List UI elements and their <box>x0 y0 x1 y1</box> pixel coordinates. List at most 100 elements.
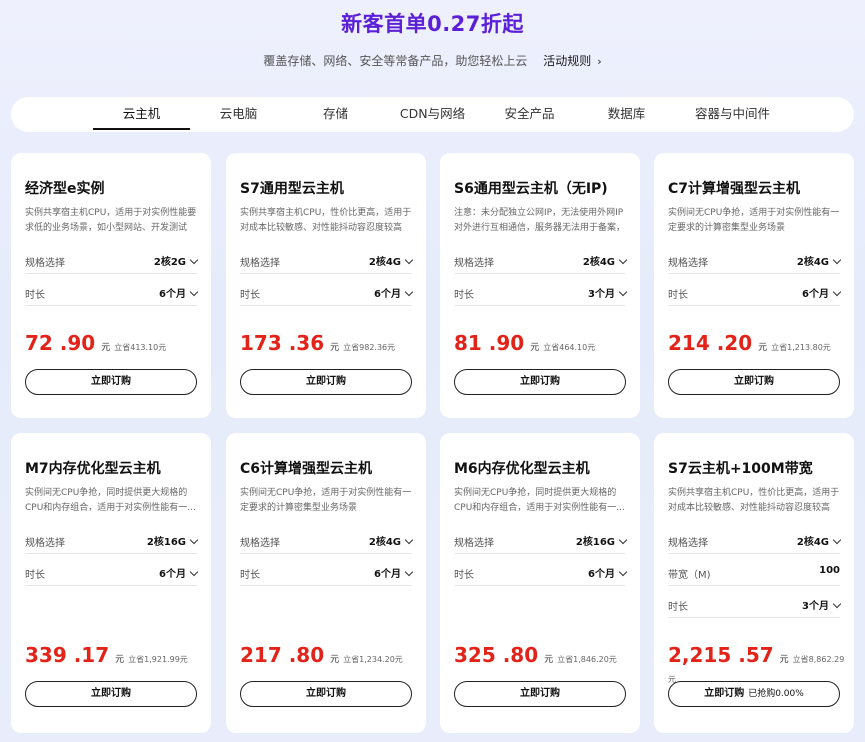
spec-value: 2核4G <box>796 537 829 548</box>
tab-security[interactable]: 安全产品 <box>481 97 578 132</box>
product-card: S7通用型云主机 实例共享宿主机CPU，性价比更高，适用于对成本比较敏感、对性能… <box>226 153 426 418</box>
price-line: 72 .90 元立省413.10元 <box>25 331 205 355</box>
buy-now-button[interactable]: 立即订购 <box>240 681 412 707</box>
duration-row: 时长 6个月 <box>25 280 199 306</box>
duration-row: 时长 6个月 <box>240 280 414 306</box>
card-title: S7云主机+100M带宽 <box>668 461 813 477</box>
price-unit: 元 <box>330 655 340 665</box>
sold-percentage: 已抢购0.00% <box>748 689 804 699</box>
buy-now-button[interactable]: 立即订购 已抢购0.00% <box>668 681 840 707</box>
price-line: 325 .80 元立省1,846.20元 <box>454 643 634 667</box>
savings-text: 立省1,234.20元 <box>343 655 403 664</box>
price-unit: 元 <box>115 655 125 665</box>
duration-select[interactable]: 6个月 <box>374 285 414 300</box>
rules-link[interactable]: 活动规则 › <box>543 54 601 68</box>
duration-row: 时长 3个月 <box>668 592 842 618</box>
duration-value: 6个月 <box>588 569 615 580</box>
duration-row: 时长 6个月 <box>25 560 199 586</box>
duration-label: 时长 <box>668 602 688 613</box>
spec-row: 规格选择 2核4G <box>240 248 414 274</box>
buy-now-button[interactable]: 立即订购 <box>454 369 626 395</box>
card-description: 实例共享宿主机CPU，性价比更高，适用于对成本比较敏感、对性能抖动容忍度较高的.… <box>240 208 412 233</box>
tab-database[interactable]: 数据库 <box>578 97 675 132</box>
card-title: S7通用型云主机 <box>240 181 344 197</box>
product-card: 经济型e实例 实例共享宿主机CPU，适用于对实例性能要求低的业务场景，如小型网站… <box>11 153 211 418</box>
buy-now-button[interactable]: 立即订购 <box>25 369 197 395</box>
card-description: 实例间无CPU争抢，适用于对实例性能有一定要求的计算密集型业务场景 <box>668 208 840 233</box>
chevron-right-icon: › <box>597 55 602 68</box>
duration-select[interactable]: 6个月 <box>588 565 628 580</box>
spec-select[interactable]: 2核2G <box>153 253 199 268</box>
chevron-down-icon <box>618 255 628 265</box>
price-unit: 元 <box>530 343 540 353</box>
spec-label: 规格选择 <box>240 538 280 549</box>
spec-row: 规格选择 2核4G <box>454 248 628 274</box>
buy-now-button[interactable]: 立即订购 <box>668 369 840 395</box>
savings-text: 立省982.36元 <box>343 343 396 352</box>
price-line: 214 .20 元立省1,213.80元 <box>668 331 848 355</box>
duration-select[interactable]: 6个月 <box>159 565 199 580</box>
card-title: C7计算增强型云主机 <box>668 181 801 197</box>
card-description: 实例间无CPU争抢，适用于对实例性能有一定要求的计算密集型业务场景 <box>240 488 412 513</box>
product-card: C6计算增强型云主机 实例间无CPU争抢，适用于对实例性能有一定要求的计算密集型… <box>226 433 426 733</box>
product-card: S6通用型云主机（无IP) 注意：未分配独立公网IP，无法使用外网IP对外进行互… <box>440 153 640 418</box>
product-card: M7内存优化型云主机 实例间无CPU争抢，同时提供更大规格的CPU和内存组合，适… <box>11 433 211 733</box>
duration-value: 6个月 <box>159 289 186 300</box>
buy-now-button[interactable]: 立即订购 <box>25 681 197 707</box>
bandwidth-label: 带宽（M) <box>668 570 711 581</box>
spec-row: 规格选择 2核4G <box>668 528 842 554</box>
price-line: 217 .80 元立省1,234.20元 <box>240 643 420 667</box>
buy-now-button[interactable]: 立即订购 <box>240 369 412 395</box>
tab-storage[interactable]: 存储 <box>287 97 384 132</box>
chevron-down-icon <box>832 287 842 297</box>
price-line: 173 .36 元立省982.36元 <box>240 331 420 355</box>
duration-select[interactable]: 6个月 <box>159 285 199 300</box>
price: 2,215 .57 <box>668 643 774 667</box>
spec-value: 2核4G <box>582 257 615 268</box>
duration-row: 时长 6个月 <box>668 280 842 306</box>
chevron-down-icon <box>832 255 842 265</box>
rules-link-label: 活动规则 <box>543 54 592 68</box>
chevron-down-icon <box>404 535 414 545</box>
spec-select[interactable]: 2核16G <box>146 533 199 548</box>
price-unit: 元 <box>544 655 554 665</box>
card-description: 实例共享宿主机CPU，适用于对实例性能要求低的业务场景，如小型网站、开发测试环.… <box>25 208 197 233</box>
tab-cdn-network[interactable]: CDN与网络 <box>384 97 481 132</box>
price: 72 .90 <box>25 331 96 355</box>
savings-text: 立省413.10元 <box>114 343 167 352</box>
duration-row: 时长 3个月 <box>454 280 628 306</box>
price-unit: 元 <box>330 343 340 353</box>
duration-select[interactable]: 6个月 <box>802 285 842 300</box>
category-tabs: 云主机 云电脑 存储 CDN与网络 安全产品 数据库 容器与中间件 <box>11 97 854 132</box>
chevron-down-icon <box>618 287 628 297</box>
tab-container-middleware[interactable]: 容器与中间件 <box>684 97 781 132</box>
spec-row: 规格选择 2核4G <box>240 528 414 554</box>
spec-value: 2核2G <box>153 257 186 268</box>
duration-value: 6个月 <box>374 569 401 580</box>
duration-value: 3个月 <box>802 601 829 612</box>
spec-select[interactable]: 2核4G <box>369 253 414 268</box>
spec-value: 2核16G <box>146 537 186 548</box>
chevron-down-icon <box>404 567 414 577</box>
savings-text: 立省1,921.99元 <box>128 655 188 664</box>
spec-select[interactable]: 2核4G <box>796 533 842 548</box>
card-title: 经济型e实例 <box>25 181 105 197</box>
price: 214 .20 <box>668 331 753 355</box>
duration-select[interactable]: 3个月 <box>802 597 842 612</box>
spec-select[interactable]: 2核4G <box>797 253 842 268</box>
spec-label: 规格选择 <box>454 538 494 549</box>
page-headline: 新客首单0.27折起 <box>341 12 524 36</box>
buy-now-button[interactable]: 立即订购 <box>454 681 626 707</box>
spec-select[interactable]: 2核16G <box>576 533 628 548</box>
spec-value: 2核4G <box>368 537 401 548</box>
spec-select[interactable]: 2核4G <box>368 533 414 548</box>
tab-cloud-pc[interactable]: 云电脑 <box>190 97 287 132</box>
duration-select[interactable]: 3个月 <box>588 285 628 300</box>
tab-cloud-host[interactable]: 云主机 <box>93 97 190 132</box>
duration-select[interactable]: 6个月 <box>374 565 414 580</box>
duration-row: 时长 6个月 <box>454 560 628 586</box>
spec-select[interactable]: 2核4G <box>582 253 628 268</box>
bandwidth-row: 带宽（M) 100 <box>668 560 840 586</box>
duration-value: 3个月 <box>588 289 615 300</box>
price: 217 .80 <box>240 643 325 667</box>
